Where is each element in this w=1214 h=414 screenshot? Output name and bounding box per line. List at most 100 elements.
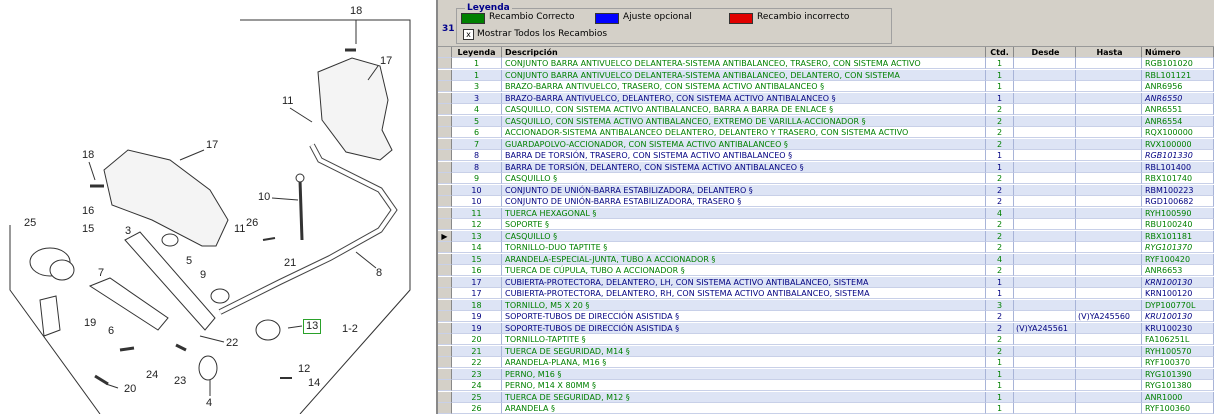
row-selector[interactable] [438,104,452,115]
table-row[interactable]: 1 CONJUNTO BARRA ANTIVUELCO DELANTERA-SIS… [438,69,1214,81]
row-selector[interactable] [438,311,452,322]
callout-10[interactable]: 10 [258,192,270,203]
row-selector[interactable] [438,69,452,81]
table-row[interactable]: ▶ 13 CASQUILLO § 2 RBX101181 [438,230,1214,242]
table-row[interactable]: 11 TUERCA HEXAGONAL § 4 RYH100590 [438,207,1214,219]
table-row[interactable]: 10 CONJUNTO DE UNIÓN-BARRA ESTABILIZADORA… [438,184,1214,196]
row-selector[interactable] [438,58,452,69]
table-row[interactable]: 17 CUBIERTA-PROTECTORA, DELANTERO, LH, CO… [438,276,1214,288]
row-selector[interactable] [438,276,452,288]
header-numero[interactable]: Número [1142,47,1214,58]
callout-7[interactable]: 7 [98,268,104,279]
row-selector[interactable] [438,92,452,104]
table-row[interactable]: 8 BARRA DE TORSIÓN, TRASERO, CON SISTEMA … [438,150,1214,161]
callout-24[interactable]: 24 [146,370,158,381]
row-selector[interactable] [438,299,452,311]
callout-17-left[interactable]: 17 [206,140,218,151]
table-row[interactable]: 21 TUERCA DE SEGURIDAD, M14 § 2 RYH100570 [438,345,1214,357]
row-selector[interactable] [438,150,452,161]
table-row[interactable]: 6 ACCIONADOR-SISTEMA ANTIBALANCEO DELANTE… [438,127,1214,138]
callout-16[interactable]: 16 [82,206,94,217]
cell-leyenda: 5 [452,115,502,127]
table-row[interactable]: 1 CONJUNTO BARRA ANTIVUELCO DELANTERA-SIS… [438,58,1214,69]
callout-22[interactable]: 22 [226,338,238,349]
row-selector[interactable] [438,184,452,196]
table-row[interactable]: 7 GUARDAPOLVO-ACCIONADOR, CON SISTEMA ACT… [438,138,1214,150]
callout-15[interactable]: 15 [82,224,94,235]
row-selector[interactable] [438,380,452,391]
callout-5[interactable]: 5 [186,256,192,267]
row-selector[interactable] [438,368,452,380]
callout-20[interactable]: 20 [124,384,136,395]
callout-6[interactable]: 6 [108,326,114,337]
callout-11-top[interactable]: 11 [282,96,293,107]
cell-descripcion: SOPORTE-TUBOS DE DIRECCIÓN ASISTIDA § [502,311,986,322]
table-row[interactable]: 19 SOPORTE-TUBOS DE DIRECCIÓN ASISTIDA § 2… [438,322,1214,334]
callout-1-2[interactable]: 1-2 [342,324,358,335]
callout-11-mid[interactable]: 11 [234,224,245,235]
callout-8[interactable]: 8 [376,268,382,279]
callout-18-left[interactable]: 18 [82,150,94,161]
row-selector[interactable] [438,127,452,138]
table-row[interactable]: 16 TUERCA DE CÚPULA, TUBO A ACCIONADOR § 2… [438,265,1214,276]
row-selector[interactable] [438,322,452,334]
row-selector[interactable] [438,391,452,403]
row-selector[interactable] [438,242,452,253]
header-hasta[interactable]: Hasta [1076,47,1142,58]
header-descripcion[interactable]: Descripción [502,47,986,58]
row-selector[interactable] [438,357,452,368]
row-selector[interactable] [438,345,452,357]
callout-13-selected[interactable]: 13 [303,319,322,334]
callout-14[interactable]: 14 [308,378,320,389]
table-row[interactable]: 14 TORNILLO-DUO TAPTITE § 2 RYG101370 [438,242,1214,253]
callout-26[interactable]: 26 [246,218,258,229]
header-cantidad[interactable]: Ctd. [986,47,1014,58]
row-selector[interactable] [438,81,452,92]
row-selector[interactable] [438,253,452,265]
table-row[interactable]: 24 PERNO, M14 X 80MM § 1 RYG101380 [438,380,1214,391]
table-row[interactable]: 22 ARANDELA-PLANA, M16 § 1 RYF100370 [438,357,1214,368]
header-desde[interactable]: Desde [1014,47,1076,58]
table-row[interactable]: 25 TUERCA DE SEGURIDAD, M12 § 1 ANR1000 [438,391,1214,403]
table-row[interactable]: 3 BRAZO-BARRA ANTIVUELCO, TRASERO, CON SI… [438,81,1214,92]
row-selector[interactable] [438,138,452,150]
header-leyenda[interactable]: Leyenda [452,47,502,58]
table-row[interactable]: 18 TORNILLO, M5 X 20 § 3 DYP100770L [438,299,1214,311]
table-row[interactable]: 20 TORNILLO-TAPTITE § 2 FA106251L [438,334,1214,345]
table-row[interactable]: 23 PERNO, M16 § 1 RYG101390 [438,368,1214,380]
callout-9[interactable]: 9 [200,270,206,281]
row-selector[interactable] [438,219,452,230]
callout-25[interactable]: 25 [24,218,36,229]
callout-4[interactable]: 4 [206,398,212,409]
callout-18-top[interactable]: 18 [350,6,362,17]
callout-17-top[interactable]: 17 [380,56,392,67]
callout-19[interactable]: 19 [84,318,96,329]
row-selector[interactable] [438,115,452,127]
table-row[interactable]: 3 BRAZO-BARRA ANTIVUELCO, DELANTERO, CON … [438,92,1214,104]
table-row[interactable]: 19 SOPORTE-TUBOS DE DIRECCIÓN ASISTIDA § 2… [438,311,1214,322]
row-selector[interactable] [438,288,452,299]
row-selector[interactable] [438,403,452,414]
table-row[interactable]: 9 CASQUILLO § 2 RBX101740 [438,173,1214,184]
table-row[interactable]: 8 BARRA DE TORSIÓN, DELANTERO, CON SISTEM… [438,161,1214,173]
callout-3[interactable]: 3 [125,226,131,237]
row-selector[interactable] [438,161,452,173]
table-row[interactable]: 4 CASQUILLO, CON SISTEMA ACTIVO ANTIBALAN… [438,104,1214,115]
row-selector[interactable] [438,334,452,345]
table-row[interactable]: 26 ARANDELA § 1 RYF100360 [438,403,1214,414]
table-row[interactable]: 5 CASQUILLO, CON SISTEMA ACTIVO ANTIBALAN… [438,115,1214,127]
callout-23[interactable]: 23 [174,376,186,387]
show-all-checkbox[interactable]: x [463,29,474,40]
table-row[interactable]: 10 CONJUNTO DE UNIÓN-BARRA ESTABILIZADORA… [438,196,1214,207]
row-selector[interactable] [438,196,452,207]
table-row[interactable]: 15 ARANDELA-ESPECIAL-JUNTA, TUBO A ACCION… [438,253,1214,265]
callout-21[interactable]: 21 [284,258,296,269]
callout-12[interactable]: 12 [298,364,310,375]
select-all-header[interactable] [438,47,452,58]
row-selector[interactable]: ▶ [438,230,452,242]
row-selector[interactable] [438,265,452,276]
table-row[interactable]: 17 CUBIERTA-PROTECTORA, DELANTERO, RH, CO… [438,288,1214,299]
table-row[interactable]: 12 SOPORTE § 2 RBU100240 [438,219,1214,230]
row-selector[interactable] [438,173,452,184]
row-selector[interactable] [438,207,452,219]
